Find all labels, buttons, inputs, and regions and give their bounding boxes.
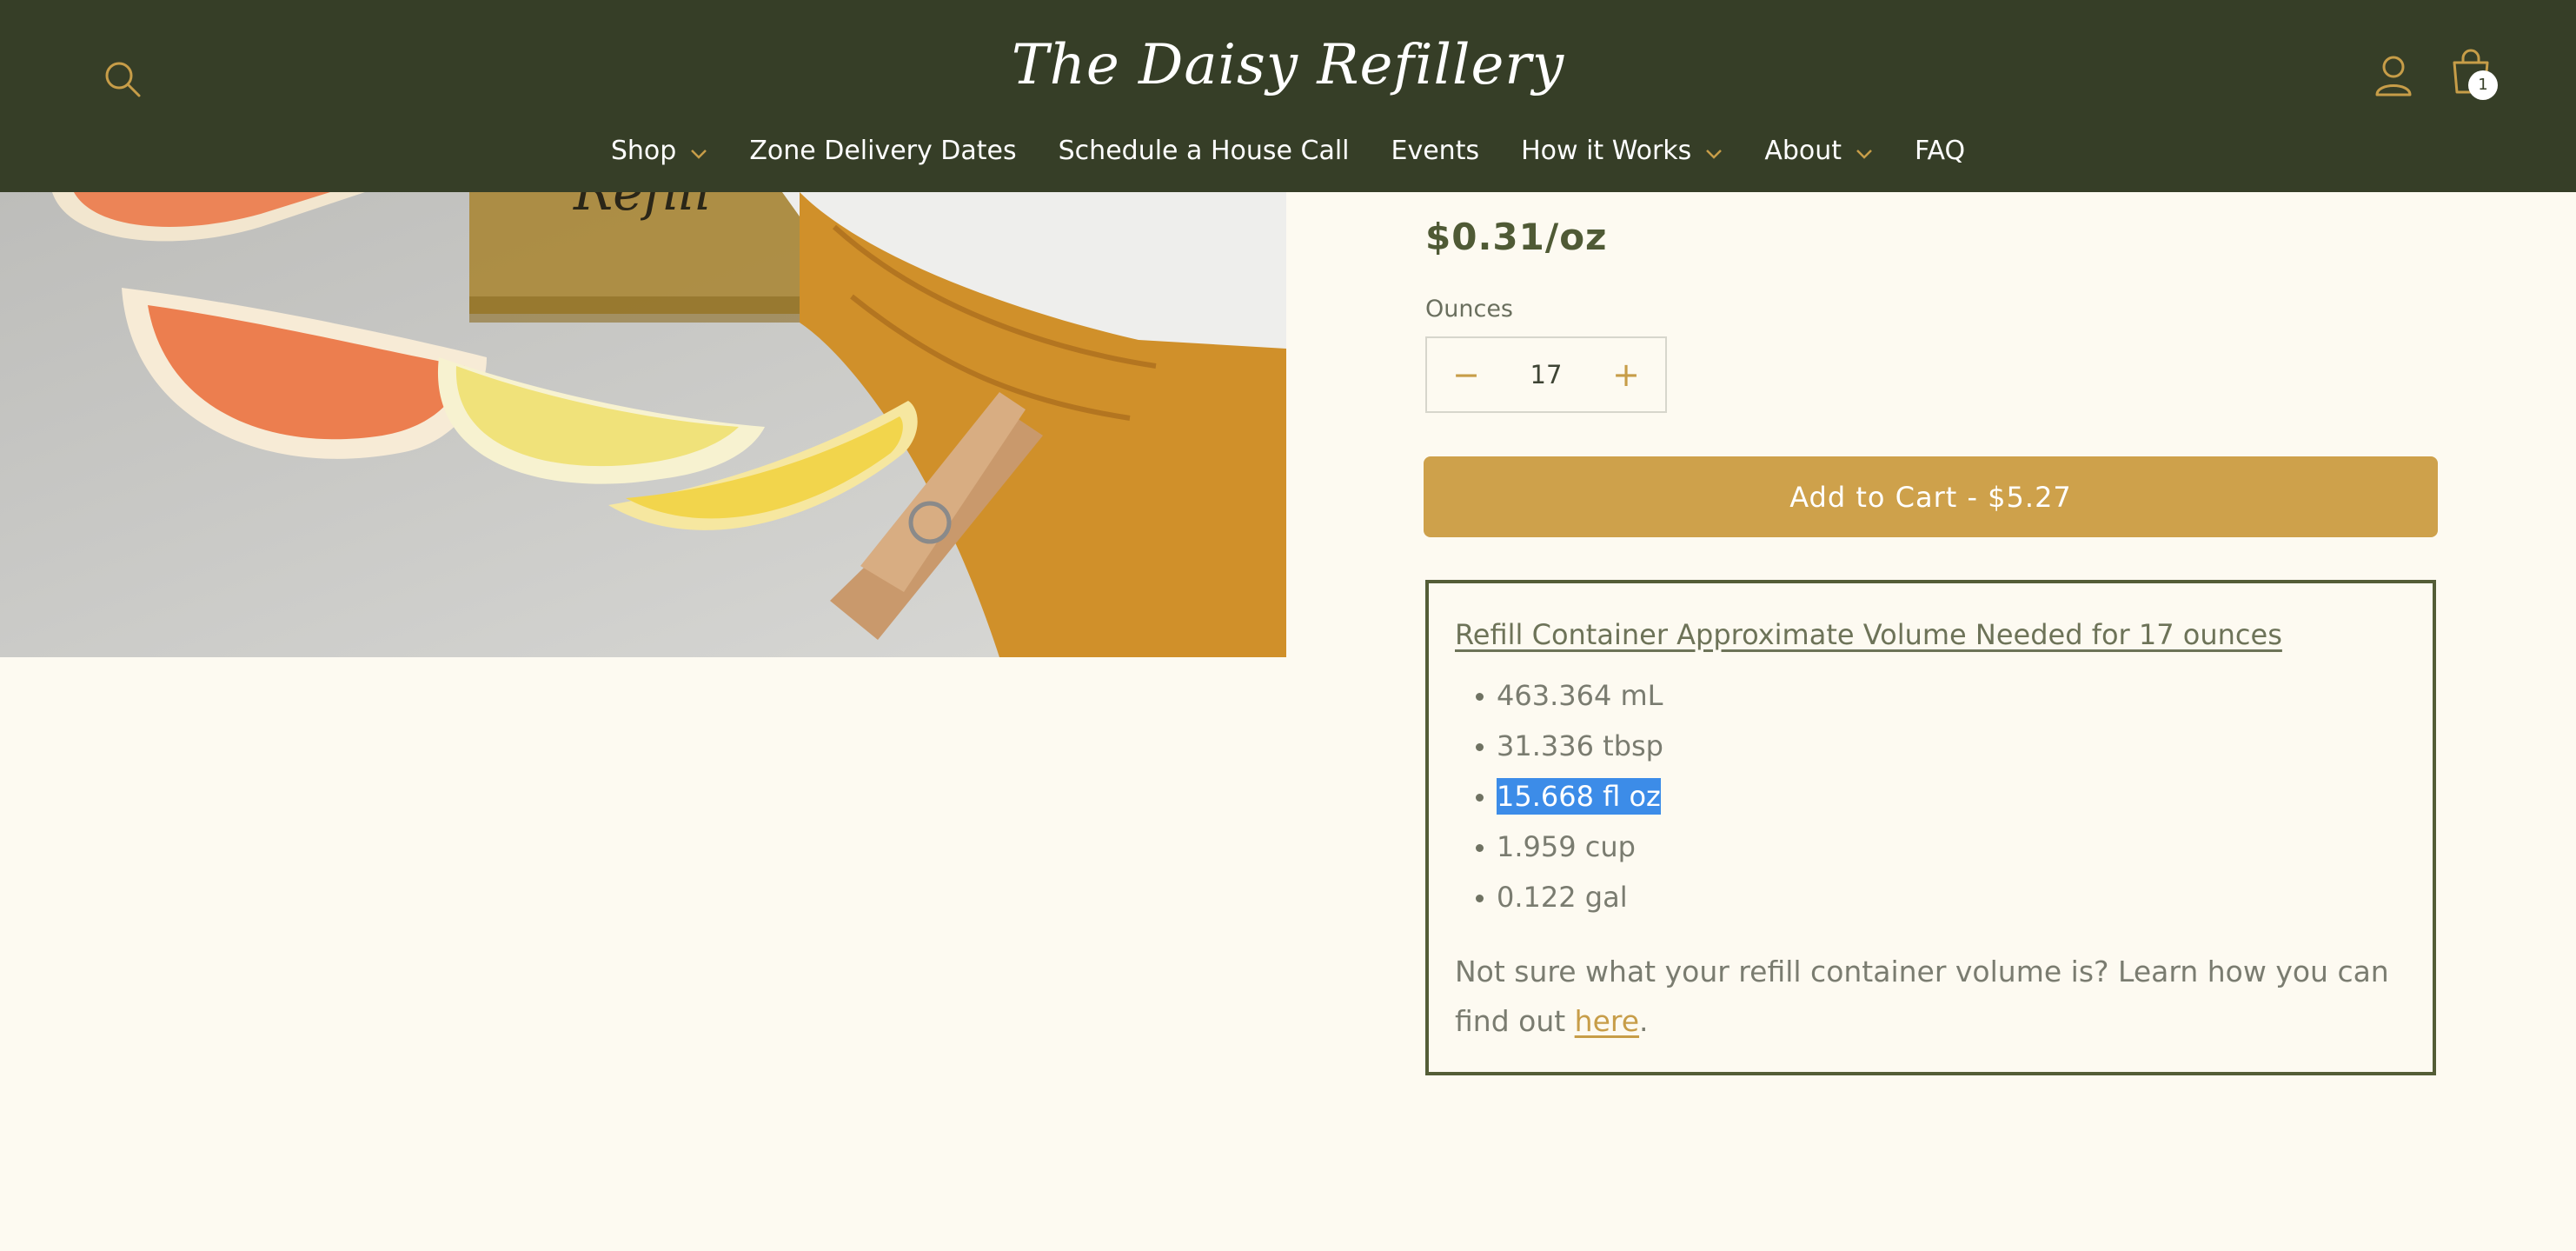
site-logo[interactable]: The Daisy Refillery — [0, 33, 2576, 97]
volume-info-box: Refill Container Approximate Volume Need… — [1425, 580, 2436, 1075]
site-header: The Daisy Refillery 1 Shop Zone Delivery… — [0, 0, 2576, 192]
increment-button[interactable]: + — [1587, 338, 1665, 411]
chevron-down-icon — [1856, 136, 1873, 166]
list-item: 0.122 gal — [1476, 872, 1663, 922]
volume-value: 31.336 tbsp — [1497, 729, 1663, 762]
add-to-cart-button[interactable]: Add to Cart - $5.27 — [1424, 456, 2438, 537]
nav-label: FAQ — [1915, 136, 1966, 166]
quantity-stepper: − 17 + — [1425, 336, 1667, 413]
list-item: 1.959 cup — [1476, 822, 1663, 872]
nav-label: About — [1764, 136, 1842, 166]
nav-item-zone-delivery-dates[interactable]: Zone Delivery Dates — [749, 136, 1016, 166]
minus-icon: − — [1452, 356, 1480, 394]
main-nav: Shop Zone Delivery Dates Schedule a Hous… — [0, 136, 2576, 166]
nav-item-events[interactable]: Events — [1391, 136, 1480, 166]
product-image: Refill — [0, 192, 1286, 657]
list-item: 15.668 fl oz — [1476, 771, 1663, 822]
nav-item-shop[interactable]: Shop — [611, 136, 707, 166]
nav-label: Events — [1391, 136, 1480, 166]
decrement-button[interactable]: − — [1427, 338, 1505, 411]
nav-label: How it Works — [1521, 136, 1692, 166]
volume-title: Refill Container Approximate Volume Need… — [1455, 618, 2282, 651]
volume-value: 463.364 mL — [1497, 679, 1663, 712]
quantity-label: Ounces — [1425, 296, 1513, 323]
volume-value: 0.122 gal — [1497, 881, 1628, 914]
svg-text:Refill: Refill — [573, 192, 712, 223]
help-text-end: . — [1639, 1004, 1649, 1038]
volume-value-selected: 15.668 fl oz — [1497, 778, 1661, 815]
quantity-input[interactable]: 17 — [1505, 338, 1587, 411]
volume-help-text: Not sure what your refill container volu… — [1455, 947, 2420, 1046]
nav-item-how-it-works[interactable]: How it Works — [1521, 136, 1723, 166]
cart-count-badge: 1 — [2468, 70, 2498, 100]
nav-item-schedule-house-call[interactable]: Schedule a House Call — [1059, 136, 1350, 166]
nav-item-about[interactable]: About — [1764, 136, 1873, 166]
volume-list: 463.364 mL 31.336 tbsp 15.668 fl oz 1.95… — [1476, 670, 1663, 922]
account-icon[interactable] — [2374, 54, 2413, 101]
nav-label: Schedule a House Call — [1058, 136, 1350, 166]
help-link[interactable]: here — [1575, 1004, 1639, 1038]
plus-icon: + — [1612, 356, 1640, 394]
nav-item-faq[interactable]: FAQ — [1915, 136, 1965, 166]
chevron-down-icon — [1705, 136, 1723, 166]
nav-label: Shop — [610, 136, 677, 166]
volume-value: 1.959 cup — [1497, 830, 1636, 863]
list-item: 31.336 tbsp — [1476, 721, 1663, 771]
nav-label: Zone Delivery Dates — [749, 136, 1017, 166]
product-price: $0.31/oz — [1425, 216, 1608, 258]
list-item: 463.364 mL — [1476, 670, 1663, 721]
chevron-down-icon — [690, 136, 707, 166]
